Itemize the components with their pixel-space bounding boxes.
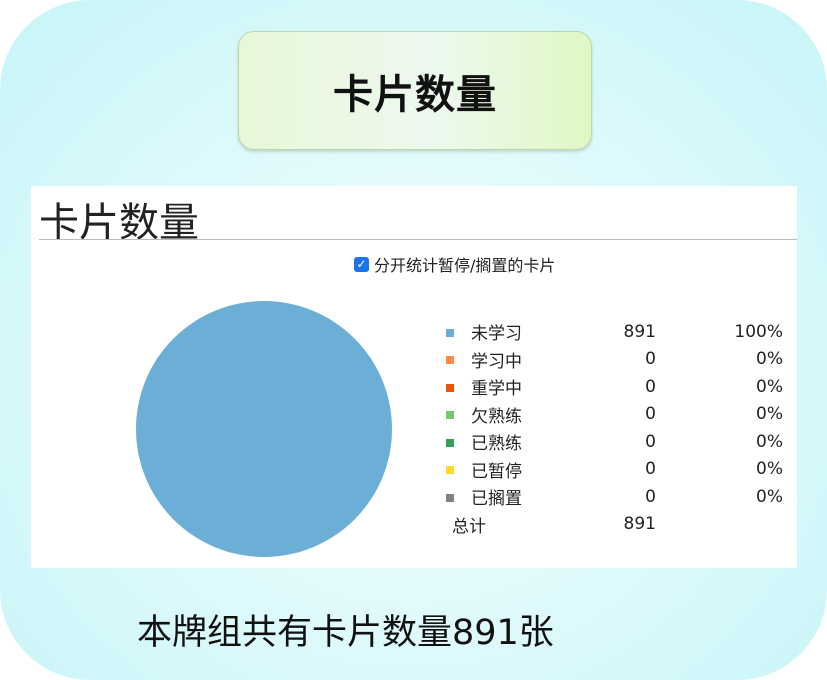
legend-swatch [446, 466, 454, 475]
legend-label: 学习中 [471, 351, 522, 372]
legend-label: 已暂停 [471, 461, 522, 482]
legend-percent: 0% [756, 459, 783, 480]
stats-panel: 卡片数量 ✓ 分开统计暂停/搁置的卡片 未学习 891 100% 学习中 0 0% 重学中 0… [31, 186, 797, 568]
legend-count: 0 [645, 459, 656, 480]
legend-percent: 0% [756, 486, 783, 507]
legend-label: 已搁置 [471, 489, 522, 510]
legend-total-row: 总计 891 [446, 511, 783, 539]
legend-table: 未学习 891 100% 学习中 0 0% 重学中 0 0% 欠熟练 0 0% 已熟练 0 0% 已暂停 0 0%… [446, 318, 783, 538]
legend-row: 已熟练 0 0% [446, 428, 783, 456]
pie-slice-0 [136, 301, 392, 557]
legend-label: 重学中 [471, 379, 522, 400]
legend-count: 0 [645, 376, 656, 397]
header-banner: 卡片数量 [238, 31, 592, 150]
legend-count: 0 [645, 404, 656, 425]
card-background: 卡片数量 卡片数量 ✓ 分开统计暂停/搁置的卡片 未学习 891 100% 学习中 0 0… [0, 0, 827, 680]
legend-row: 已搁置 0 0% [446, 483, 783, 511]
legend-label: 已熟练 [471, 434, 522, 455]
legend-swatch [446, 383, 454, 392]
legend-percent: 0% [756, 404, 783, 425]
legend-label: 未学习 [471, 324, 522, 345]
legend-count: 0 [645, 349, 656, 370]
legend-row: 已暂停 0 0% [446, 456, 783, 484]
legend-swatch [446, 328, 454, 337]
legend-percent: 0% [756, 376, 783, 397]
legend-swatch [446, 356, 454, 365]
legend-count: 891 [623, 321, 656, 342]
legend-count: 0 [645, 486, 656, 507]
banner-title: 卡片数量 [333, 71, 497, 118]
legend-percent: 100% [734, 321, 783, 342]
legend-total-label: 总计 [452, 516, 486, 537]
legend-swatch [446, 438, 454, 447]
legend-row: 欠熟练 0 0% [446, 401, 783, 429]
legend-row: 未学习 891 100% [446, 318, 783, 346]
legend-row: 学习中 0 0% [446, 346, 783, 374]
legend-percent: 0% [756, 349, 783, 370]
legend-percent: 0% [756, 431, 783, 452]
legend-swatch [446, 493, 454, 502]
legend-label: 欠熟练 [471, 406, 522, 427]
legend-total-count: 891 [623, 514, 656, 535]
footer-summary: 本牌组共有卡片数量891张 [137, 613, 554, 653]
legend-swatch [446, 411, 454, 420]
legend-count: 0 [645, 431, 656, 452]
legend-row: 重学中 0 0% [446, 373, 783, 401]
